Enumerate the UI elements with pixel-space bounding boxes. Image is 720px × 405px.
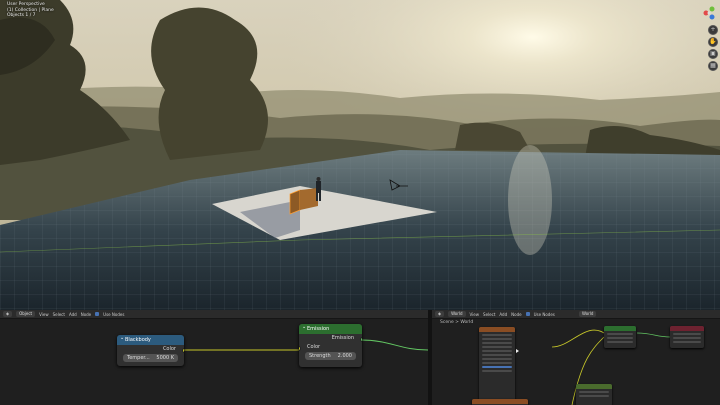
field-value: 5000 K: [156, 355, 174, 361]
emission-output-socket[interactable]: [360, 337, 362, 342]
overlay-line: Objects 1 / 7: [7, 13, 36, 18]
scene-render: [0, 0, 720, 310]
menu-add[interactable]: Add: [499, 312, 507, 317]
node-editor-header-left: ◈ Object View Select Add Node Use Nodes: [0, 310, 428, 319]
color-ramp-node[interactable]: [576, 384, 612, 405]
field-value: 2.000: [337, 353, 352, 359]
mouse-cursor: [516, 349, 519, 353]
world-shader-select[interactable]: World: [448, 311, 466, 317]
input-color-label: Color: [307, 344, 321, 350]
editor-type-icon[interactable]: ◈: [3, 311, 13, 317]
viewport-overlay: User Perspective (1) Collection | Plane …: [7, 2, 54, 19]
field-label: Temper...: [127, 355, 150, 361]
background-node[interactable]: [604, 326, 636, 348]
menu-node[interactable]: Node: [81, 312, 91, 317]
world-datablock-select[interactable]: World: [579, 311, 597, 317]
menu-add[interactable]: Add: [69, 312, 77, 317]
shader-editor-world[interactable]: [432, 319, 720, 405]
node-editor-header-right: ◈ World View Select Add Node Use Nodes: [432, 310, 576, 319]
editor-type-icon[interactable]: ◈: [435, 311, 445, 317]
world-output-node[interactable]: [670, 326, 704, 348]
color-output-socket[interactable]: [182, 348, 184, 353]
world-selector-bar: World: [576, 310, 720, 319]
object-mode-select[interactable]: Object: [16, 311, 36, 317]
field-label: Strength: [309, 353, 331, 359]
node-links: [182, 339, 428, 351]
grid-icon[interactable]: ▦: [708, 61, 718, 71]
use-nodes-label: Use Nodes: [533, 311, 555, 317]
3d-viewport[interactable]: User Perspective (1) Collection | Plane …: [0, 0, 720, 310]
breadcrumb: Scene > World: [440, 320, 474, 325]
temperature-field[interactable]: Temper... 5000 K: [123, 354, 178, 362]
menu-node[interactable]: Node: [511, 312, 521, 317]
node-title[interactable]: Blackbody: [117, 335, 184, 345]
menu-view[interactable]: View: [39, 312, 49, 317]
use-nodes-label: Use Nodes: [103, 311, 125, 317]
menu-select[interactable]: Select: [483, 312, 495, 317]
node-title[interactable]: Emission: [299, 324, 362, 334]
camera-icon[interactable]: ▣: [708, 49, 718, 59]
blackbody-node[interactable]: Blackbody Color Temper... 5000 K: [117, 335, 184, 366]
strength-field[interactable]: Strength 2.000: [305, 352, 356, 360]
output-label: Emission: [331, 335, 354, 341]
zoom-icon[interactable]: +: [708, 25, 718, 35]
menu-select[interactable]: Select: [53, 312, 65, 317]
navigation-gizmo[interactable]: [700, 3, 718, 23]
shader-editor-left[interactable]: Blackbody Color Temper... 5000 K Emissio…: [0, 319, 428, 405]
emission-node[interactable]: Emission Emission Color Strength 2.000: [299, 324, 362, 367]
output-label: Color: [162, 346, 176, 352]
menu-view[interactable]: View: [470, 312, 480, 317]
use-nodes-checkbox[interactable]: [95, 312, 100, 316]
texture-coordinate-node[interactable]: [479, 327, 515, 401]
use-nodes-checkbox[interactable]: [525, 312, 530, 316]
pan-hand-icon[interactable]: ✋: [708, 37, 718, 47]
environment-texture-node[interactable]: [472, 399, 528, 405]
